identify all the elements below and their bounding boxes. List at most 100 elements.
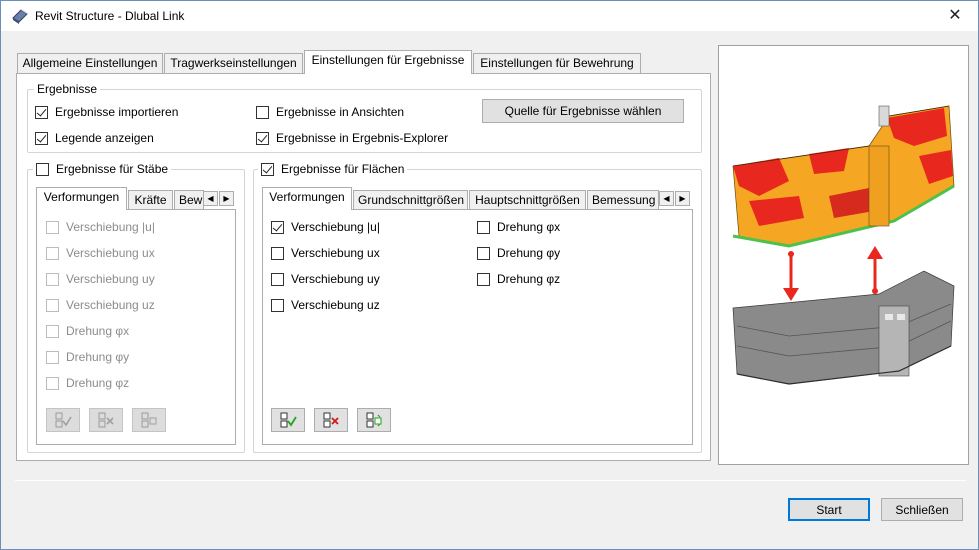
surfaces-rot-x-label: Drehung φx bbox=[497, 220, 561, 234]
checkbox-unchecked-icon bbox=[256, 105, 269, 119]
surfaces-rot-y-checkbox[interactable]: Drehung φy bbox=[477, 246, 560, 260]
surfaces-disp-u-checkbox[interactable]: Verschiebung |u| bbox=[271, 220, 380, 234]
triangle-left-icon: ◀ bbox=[663, 194, 670, 203]
close-button[interactable]: Schließen bbox=[881, 498, 963, 521]
members-results-label: Ergebnisse für Stäbe bbox=[56, 162, 169, 176]
tab-structure-settings[interactable]: Tragwerkseinstellungen bbox=[164, 53, 303, 74]
members-tabs-scroll-right[interactable]: ▶ bbox=[219, 191, 234, 206]
show-legend-checkbox[interactable]: Legende anzeigen bbox=[35, 131, 154, 145]
title-bar: Revit Structure - Dlubal Link ✕ bbox=[1, 1, 978, 31]
checkbox-disabled-icon bbox=[46, 324, 59, 338]
surfaces-rot-y-label: Drehung φy bbox=[497, 246, 561, 260]
surfaces-disp-uy-checkbox[interactable]: Verschiebung uy bbox=[271, 272, 380, 286]
surfaces-results-label: Ergebnisse für Flächen bbox=[281, 162, 405, 176]
members-rot-y-checkbox[interactable]: Drehung φy bbox=[46, 350, 129, 364]
transfer-arrows bbox=[783, 246, 883, 301]
surfaces-invert-selection-button[interactable] bbox=[357, 408, 391, 432]
surfaces-disp-uy-label: Verschiebung uy bbox=[291, 272, 380, 286]
select-all-icon bbox=[280, 412, 297, 428]
surfaces-disp-ux-checkbox[interactable]: Verschiebung ux bbox=[271, 246, 380, 260]
model-preview-image bbox=[718, 45, 969, 465]
surfaces-disp-u-label: Verschiebung |u| bbox=[291, 220, 380, 234]
checkbox-disabled-icon bbox=[46, 298, 59, 312]
surfaces-rot-z-checkbox[interactable]: Drehung φz bbox=[477, 272, 560, 286]
members-rot-y-label: Drehung φy bbox=[66, 350, 130, 364]
members-select-all-button[interactable] bbox=[46, 408, 80, 432]
surfaces-tabs-scroll-left[interactable]: ◀ bbox=[659, 191, 674, 206]
surfaces-rot-x-checkbox[interactable]: Drehung φx bbox=[477, 220, 560, 234]
members-tab-reinforcement[interactable]: Bew bbox=[174, 190, 204, 211]
choose-results-source-button[interactable]: Quelle für Ergebnisse wählen bbox=[482, 99, 684, 123]
surfaces-rot-z-label: Drehung φz bbox=[497, 272, 561, 286]
window-title: Revit Structure - Dlubal Link bbox=[35, 9, 185, 23]
footer-separator bbox=[15, 480, 966, 481]
revit-app-icon bbox=[12, 9, 28, 24]
dialog-window: Revit Structure - Dlubal Link ✕ Allgemei… bbox=[0, 0, 979, 550]
checkbox-unchecked-icon bbox=[271, 272, 284, 286]
members-results-checkbox[interactable]: Ergebnisse für Stäbe bbox=[33, 162, 172, 176]
checkbox-disabled-icon bbox=[46, 272, 59, 286]
members-rot-z-checkbox[interactable]: Drehung φz bbox=[46, 376, 129, 390]
members-tab-forces[interactable]: Kräfte bbox=[128, 190, 173, 211]
deselect-all-icon bbox=[323, 412, 339, 428]
results-model bbox=[732, 105, 955, 248]
checkbox-checked-icon bbox=[35, 131, 48, 145]
surfaces-tabs-scroll-right[interactable]: ▶ bbox=[675, 191, 690, 206]
surfaces-tab-basic-internal-forces[interactable]: Grundschnittgrößen bbox=[353, 190, 468, 211]
members-rot-x-checkbox[interactable]: Drehung φx bbox=[46, 324, 129, 338]
surfaces-tab-design[interactable]: Bemessung bbox=[587, 190, 659, 211]
surfaces-disp-ux-label: Verschiebung ux bbox=[291, 246, 380, 260]
checkbox-unchecked-icon bbox=[477, 272, 490, 286]
tab-reinforcement-settings[interactable]: Einstellungen für Bewehrung bbox=[473, 53, 641, 74]
triangle-right-icon: ▶ bbox=[223, 194, 230, 203]
checkbox-disabled-icon bbox=[46, 350, 59, 364]
results-group-label: Ergebnisse bbox=[34, 82, 101, 96]
results-in-views-checkbox[interactable]: Ergebnisse in Ansichten bbox=[256, 105, 404, 119]
surfaces-tab-deformations[interactable]: Verformungen bbox=[262, 187, 352, 210]
tab-general-settings[interactable]: Allgemeine Einstellungen bbox=[17, 53, 163, 74]
members-tabs-scroll-left[interactable]: ◀ bbox=[203, 191, 218, 206]
members-disp-ux-label: Verschiebung ux bbox=[66, 246, 155, 260]
surfaces-deselect-all-button[interactable] bbox=[314, 408, 348, 432]
checkbox-unchecked-icon bbox=[271, 298, 284, 312]
surfaces-results-checkbox[interactable]: Ergebnisse für Flächen bbox=[258, 162, 408, 176]
triangle-left-icon: ◀ bbox=[207, 194, 214, 203]
results-in-explorer-checkbox[interactable]: Ergebnisse in Ergebnis-Explorer bbox=[256, 131, 448, 145]
results-in-views-label: Ergebnisse in Ansichten bbox=[276, 105, 405, 119]
triangle-right-icon: ▶ bbox=[679, 194, 686, 203]
checkbox-checked-icon bbox=[35, 105, 48, 119]
members-rot-z-label: Drehung φz bbox=[66, 376, 130, 390]
show-legend-label: Legende anzeigen bbox=[55, 131, 154, 145]
surfaces-select-all-button[interactable] bbox=[271, 408, 305, 432]
surfaces-tab-principal-internal-forces[interactable]: Hauptschnittgrößen bbox=[469, 190, 586, 211]
members-disp-uy-label: Verschiebung uy bbox=[66, 272, 155, 286]
checkbox-disabled-icon bbox=[46, 246, 59, 260]
select-all-icon bbox=[55, 412, 72, 428]
invert-selection-icon bbox=[366, 412, 382, 428]
members-rot-x-label: Drehung φx bbox=[66, 324, 130, 338]
checkbox-unchecked-icon bbox=[477, 220, 490, 234]
checkbox-unchecked-icon bbox=[477, 246, 490, 260]
close-window-button[interactable]: ✕ bbox=[940, 5, 970, 27]
surfaces-disp-uz-checkbox[interactable]: Verschiebung uz bbox=[271, 298, 380, 312]
members-invert-selection-button[interactable] bbox=[132, 408, 166, 432]
checkbox-disabled-icon bbox=[46, 376, 59, 390]
close-icon: ✕ bbox=[948, 7, 962, 24]
invert-selection-icon bbox=[141, 412, 157, 428]
members-disp-uz-checkbox[interactable]: Verschiebung uz bbox=[46, 298, 155, 312]
import-results-checkbox[interactable]: Ergebnisse importieren bbox=[35, 105, 178, 119]
members-deselect-all-button[interactable] bbox=[89, 408, 123, 432]
import-results-label: Ergebnisse importieren bbox=[55, 105, 179, 119]
surfaces-disp-uz-label: Verschiebung uz bbox=[291, 298, 380, 312]
checkbox-unchecked-icon bbox=[36, 162, 49, 176]
members-disp-u-checkbox[interactable]: Verschiebung |u| bbox=[46, 220, 155, 234]
members-disp-u-label: Verschiebung |u| bbox=[66, 220, 155, 234]
members-disp-ux-checkbox[interactable]: Verschiebung ux bbox=[46, 246, 155, 260]
members-disp-uz-label: Verschiebung uz bbox=[66, 298, 155, 312]
start-button[interactable]: Start bbox=[788, 498, 870, 521]
checkbox-checked-icon bbox=[271, 220, 284, 234]
structure-results-illustration bbox=[732, 105, 955, 385]
tab-results-settings[interactable]: Einstellungen für Ergebnisse bbox=[304, 50, 472, 74]
members-tab-deformations[interactable]: Verformungen bbox=[36, 187, 127, 210]
members-disp-uy-checkbox[interactable]: Verschiebung uy bbox=[46, 272, 155, 286]
